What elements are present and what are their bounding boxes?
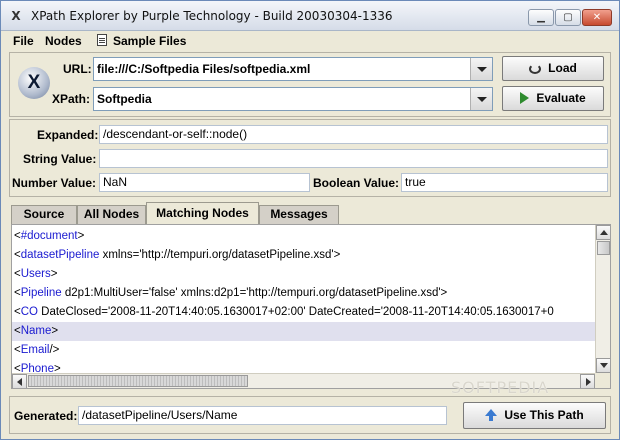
xml-node-line[interactable]: <CO DateClosed='2008-11-20T14:40:05.1630… [12, 303, 595, 322]
xml-attributes: DateClosed='2008-11-20T14:40:05.1630017+… [37, 306, 554, 318]
menu-bar: File Nodes Sample Files [1, 31, 619, 51]
tab-messages[interactable]: Messages [259, 205, 339, 224]
xml-tag-name: #document [20, 230, 78, 242]
xml-bracket: < [14, 268, 21, 280]
xml-tag-name: Email [20, 344, 50, 356]
results-info-panel: Expanded: /descendant-or-self::node() St… [9, 119, 611, 197]
tab-all-nodes[interactable]: All Nodes [77, 205, 146, 224]
scroll-up-icon[interactable] [596, 225, 610, 240]
chevron-down-icon[interactable] [470, 58, 492, 80]
xpath-combobox[interactable]: Softpedia [93, 87, 493, 111]
xml-node-line[interactable]: <Users> [12, 265, 595, 284]
number-value-label: Number Value: [12, 176, 97, 190]
xml-bracket: < [14, 344, 21, 356]
xml-tag-name: Users [20, 268, 51, 280]
use-this-path-button[interactable]: Use This Path [463, 402, 606, 429]
xml-node-line[interactable]: <Name> [12, 322, 595, 341]
xml-tag-name: CO [20, 306, 38, 318]
xml-node-line[interactable]: <datasetPipeline xmlns='http://tempuri.o… [12, 246, 595, 265]
tab-strip: Source All Nodes Matching Nodes Messages [11, 202, 611, 224]
xml-tag-name: Pipeline [20, 287, 62, 299]
xml-node-line[interactable]: <Email/> [12, 341, 595, 360]
number-value-field[interactable]: NaN [99, 173, 310, 192]
xml-bracket: < [14, 287, 21, 299]
tab-source[interactable]: Source [11, 205, 77, 224]
query-panel: X URL: file:///C:/Softpedia Files/softpe… [9, 52, 611, 117]
xml-node-line[interactable]: <Pipeline d2p1:MultiUser='false' xmlns:d… [12, 284, 595, 303]
chevron-down-icon[interactable] [470, 88, 492, 110]
xml-attributes: > [51, 325, 59, 337]
menu-sample-files[interactable]: Sample Files [97, 34, 186, 48]
scroll-down-icon[interactable] [596, 358, 610, 373]
evaluate-button-label: Evaluate [536, 91, 586, 105]
scroll-left-icon[interactable] [12, 374, 27, 388]
string-value-label: String Value: [23, 152, 97, 166]
vertical-scroll-thumb[interactable] [597, 241, 610, 255]
arrow-up-icon [485, 409, 498, 421]
evaluate-button[interactable]: Evaluate [502, 86, 604, 111]
watermark: SOFTPEDIA [451, 378, 550, 397]
url-value: file:///C:/Softpedia Files/softpedia.xml [97, 62, 311, 76]
generated-label: Generated: [14, 409, 78, 423]
app-icon: X [11, 9, 21, 23]
xml-bracket: < [14, 249, 21, 261]
menu-sample-files-label: Sample Files [113, 34, 187, 48]
document-icon [97, 34, 107, 46]
xml-node-line[interactable]: <#document> [12, 227, 595, 246]
generated-path-field[interactable]: /datasetPipeline/Users/Name [78, 406, 447, 425]
expanded-field[interactable]: /descendant-or-self::node() [99, 125, 608, 144]
xml-attributes: > [77, 230, 85, 242]
refresh-icon [529, 64, 542, 74]
boolean-value-field[interactable]: true [401, 173, 608, 192]
boolean-value-label: Boolean Value: [313, 176, 400, 190]
maximize-button[interactable]: ▢ [555, 9, 581, 26]
use-this-path-button-label: Use This Path [504, 408, 584, 422]
vertical-scrollbar[interactable] [595, 225, 610, 373]
url-label: URL: [63, 62, 92, 76]
xml-bracket: < [14, 306, 21, 318]
xml-bracket: < [14, 325, 21, 337]
title-bar[interactable]: X XPath Explorer by Purple Technology - … [1, 1, 619, 31]
load-button-label: Load [548, 61, 577, 75]
scroll-corner [595, 373, 610, 388]
xml-attributes: xmlns='http://tempuri.org/datasetPipelin… [99, 249, 341, 261]
application-window: X XPath Explorer by Purple Technology - … [0, 0, 620, 440]
xml-attributes: > [50, 268, 58, 280]
xml-tag-name: datasetPipeline [20, 249, 100, 261]
xml-attributes: /> [49, 344, 60, 356]
expanded-label: Expanded: [37, 128, 99, 142]
play-icon [520, 92, 530, 104]
xpath-label: XPath: [52, 92, 91, 106]
string-value-field[interactable] [99, 149, 608, 168]
xpath-value: Softpedia [97, 92, 152, 106]
xml-tag-name: Name [20, 325, 52, 337]
tab-matching-nodes[interactable]: Matching Nodes [146, 202, 259, 224]
close-button[interactable]: ✕ [582, 9, 612, 26]
xpath-logo-icon: X [18, 67, 50, 99]
minimize-button[interactable]: ▁ [528, 9, 554, 26]
menu-file[interactable]: File [13, 34, 34, 48]
load-button[interactable]: Load [502, 56, 604, 81]
window-title: XPath Explorer by Purple Technology - Bu… [31, 9, 393, 23]
xml-attributes: d2p1:MultiUser='false' xmlns:d2p1='http:… [61, 287, 448, 299]
matching-nodes-view[interactable]: <#document> <datasetPipeline xmlns='http:… [11, 224, 611, 389]
xml-bracket: < [14, 230, 21, 242]
scroll-right-icon[interactable] [580, 374, 595, 388]
generated-path-panel: Generated: /datasetPipeline/Users/Name U… [9, 396, 611, 434]
menu-nodes[interactable]: Nodes [45, 34, 82, 48]
horizontal-scroll-thumb[interactable] [28, 375, 248, 387]
url-combobox[interactable]: file:///C:/Softpedia Files/softpedia.xml [93, 57, 493, 81]
